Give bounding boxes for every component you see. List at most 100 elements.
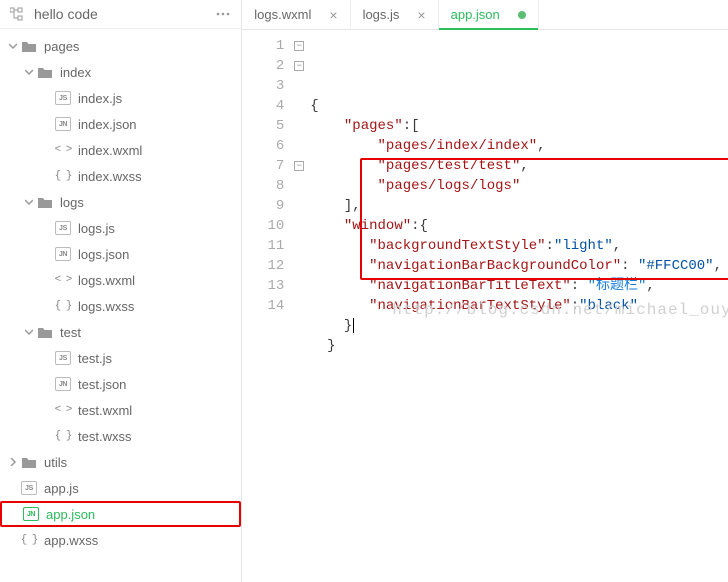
file-label: index.wxml [78, 143, 142, 158]
text-cursor [353, 318, 354, 333]
close-icon[interactable]: × [417, 8, 425, 22]
jn-icon: JN [54, 246, 72, 262]
file-index-js[interactable]: JSindex.js [0, 85, 241, 111]
folder-icon [20, 454, 38, 470]
folder-utils[interactable]: utils [0, 449, 241, 475]
file-label: app.wxss [44, 533, 98, 548]
file-label: test.js [78, 351, 112, 366]
folder-logs[interactable]: logs [0, 189, 241, 215]
line-number: 7 [242, 156, 284, 176]
line-number: 3 [242, 76, 284, 96]
line-number: 12 [242, 256, 284, 276]
line-number: 2 [242, 56, 284, 76]
code-area[interactable]: 1234567891011121314 −−− { "pages":[ "pag… [242, 30, 728, 582]
file-label: index.js [78, 91, 122, 106]
file-label: logs.wxss [78, 299, 134, 314]
curly-icon: { } [54, 428, 72, 444]
chevron-down-icon[interactable] [22, 325, 36, 339]
curly-icon: { } [54, 168, 72, 184]
code-line[interactable]: } [310, 316, 722, 336]
line-number: 9 [242, 196, 284, 216]
file-label: logs [60, 195, 84, 210]
chevron-down-icon[interactable] [22, 195, 36, 209]
line-number: 14 [242, 296, 284, 316]
chevron-down-icon[interactable] [22, 65, 36, 79]
editor-tabs: logs.wxml × logs.js × app.json [242, 0, 728, 30]
file-test-js[interactable]: JS test.js [0, 345, 241, 371]
file-label: utils [44, 455, 67, 470]
code-content[interactable]: { "pages":[ "pages/index/index", "pages/… [306, 30, 728, 582]
file-label: test.json [78, 377, 126, 392]
fold-toggle-icon[interactable]: − [294, 61, 304, 71]
file-index-wxml[interactable]: < > index.wxml [0, 137, 241, 163]
file-index-json[interactable]: JN index.json [0, 111, 241, 137]
file-label: index.json [78, 117, 137, 132]
file-app-json[interactable]: JN app.json [0, 501, 241, 527]
highlight-window-block [360, 158, 728, 280]
tab-label: logs.js [363, 7, 400, 22]
line-number: 13 [242, 276, 284, 296]
file-label: logs.json [78, 247, 129, 262]
file-label: app.js [44, 481, 79, 496]
file-label: pages [44, 39, 79, 54]
code-line[interactable]: "pages":[ [310, 116, 722, 136]
tab-logs-wxml[interactable]: logs.wxml × [242, 0, 350, 29]
folder-icon [36, 324, 54, 340]
tab-logs-js[interactable]: logs.js × [351, 0, 439, 29]
file-logs-wxml[interactable]: < > logs.wxml [0, 267, 241, 293]
file-index-wxss[interactable]: { } index.wxss [0, 163, 241, 189]
fold-toggle-icon[interactable]: − [294, 41, 304, 51]
file-label: app.json [46, 507, 95, 522]
editor-pane: logs.wxml×logs.js×app.json 1234567891011… [242, 0, 728, 582]
code-line[interactable] [310, 356, 722, 376]
fold-column: − − − [292, 30, 306, 582]
close-icon[interactable]: × [329, 8, 337, 22]
file-explorer: hello code pagesindexJSindex.jsJNindex.j… [0, 0, 242, 582]
folder-test[interactable]: test [0, 319, 241, 345]
more-icon[interactable] [215, 6, 231, 22]
code-line[interactable]: "navigationBarTextStyle":"black" [310, 296, 722, 316]
curly-icon: { } [20, 532, 38, 548]
js-icon: JS [20, 480, 38, 496]
js-icon: JS [54, 220, 72, 236]
angle-icon: < > [54, 272, 72, 288]
file-label: logs.wxml [78, 273, 135, 288]
file-app-js[interactable]: JS app.js [0, 475, 241, 501]
file-logs-js[interactable]: JS logs.js [0, 215, 241, 241]
fold-toggle-icon[interactable]: − [294, 161, 304, 171]
file-app-wxss[interactable]: { } app.wxss [0, 527, 241, 553]
code-line[interactable]: { [310, 96, 722, 116]
jn-icon: JN [22, 506, 40, 522]
folder-icon [20, 38, 38, 54]
chevron-down-icon[interactable] [6, 39, 20, 53]
file-label: logs.js [78, 221, 115, 236]
tab-label: app.json [451, 7, 500, 22]
file-label: index [60, 65, 91, 80]
file-test-wxml[interactable]: < >test.wxml [0, 397, 241, 423]
file-test-json[interactable]: JN test.json [0, 371, 241, 397]
file-label: test.wxss [78, 429, 131, 444]
tab-app-json[interactable]: app.json [439, 0, 539, 29]
js-icon: JS [54, 350, 72, 366]
file-label: test [60, 325, 81, 340]
folder-pages[interactable]: pages [0, 33, 241, 59]
line-number: 6 [242, 136, 284, 156]
file-logs-json[interactable]: JN logs.json [0, 241, 241, 267]
line-number: 5 [242, 116, 284, 136]
explorer-header: hello code [0, 0, 241, 29]
code-line[interactable]: } [310, 336, 722, 356]
code-line[interactable]: "pages/index/index", [310, 136, 722, 156]
jn-icon: JN [54, 376, 72, 392]
file-label: index.wxss [78, 169, 142, 184]
angle-icon: < > [54, 142, 72, 158]
file-logs-wxss[interactable]: { }logs.wxss [0, 293, 241, 319]
line-number: 1 [242, 36, 284, 56]
jn-icon: JN [54, 116, 72, 132]
folder-index[interactable]: index [0, 59, 241, 85]
project-tree-icon [10, 7, 24, 21]
file-test-wxss[interactable]: { } test.wxss [0, 423, 241, 449]
chevron-right-icon[interactable] [6, 455, 20, 469]
folder-icon [36, 64, 54, 80]
line-number: 8 [242, 176, 284, 196]
tab-label: logs.wxml [254, 7, 311, 22]
